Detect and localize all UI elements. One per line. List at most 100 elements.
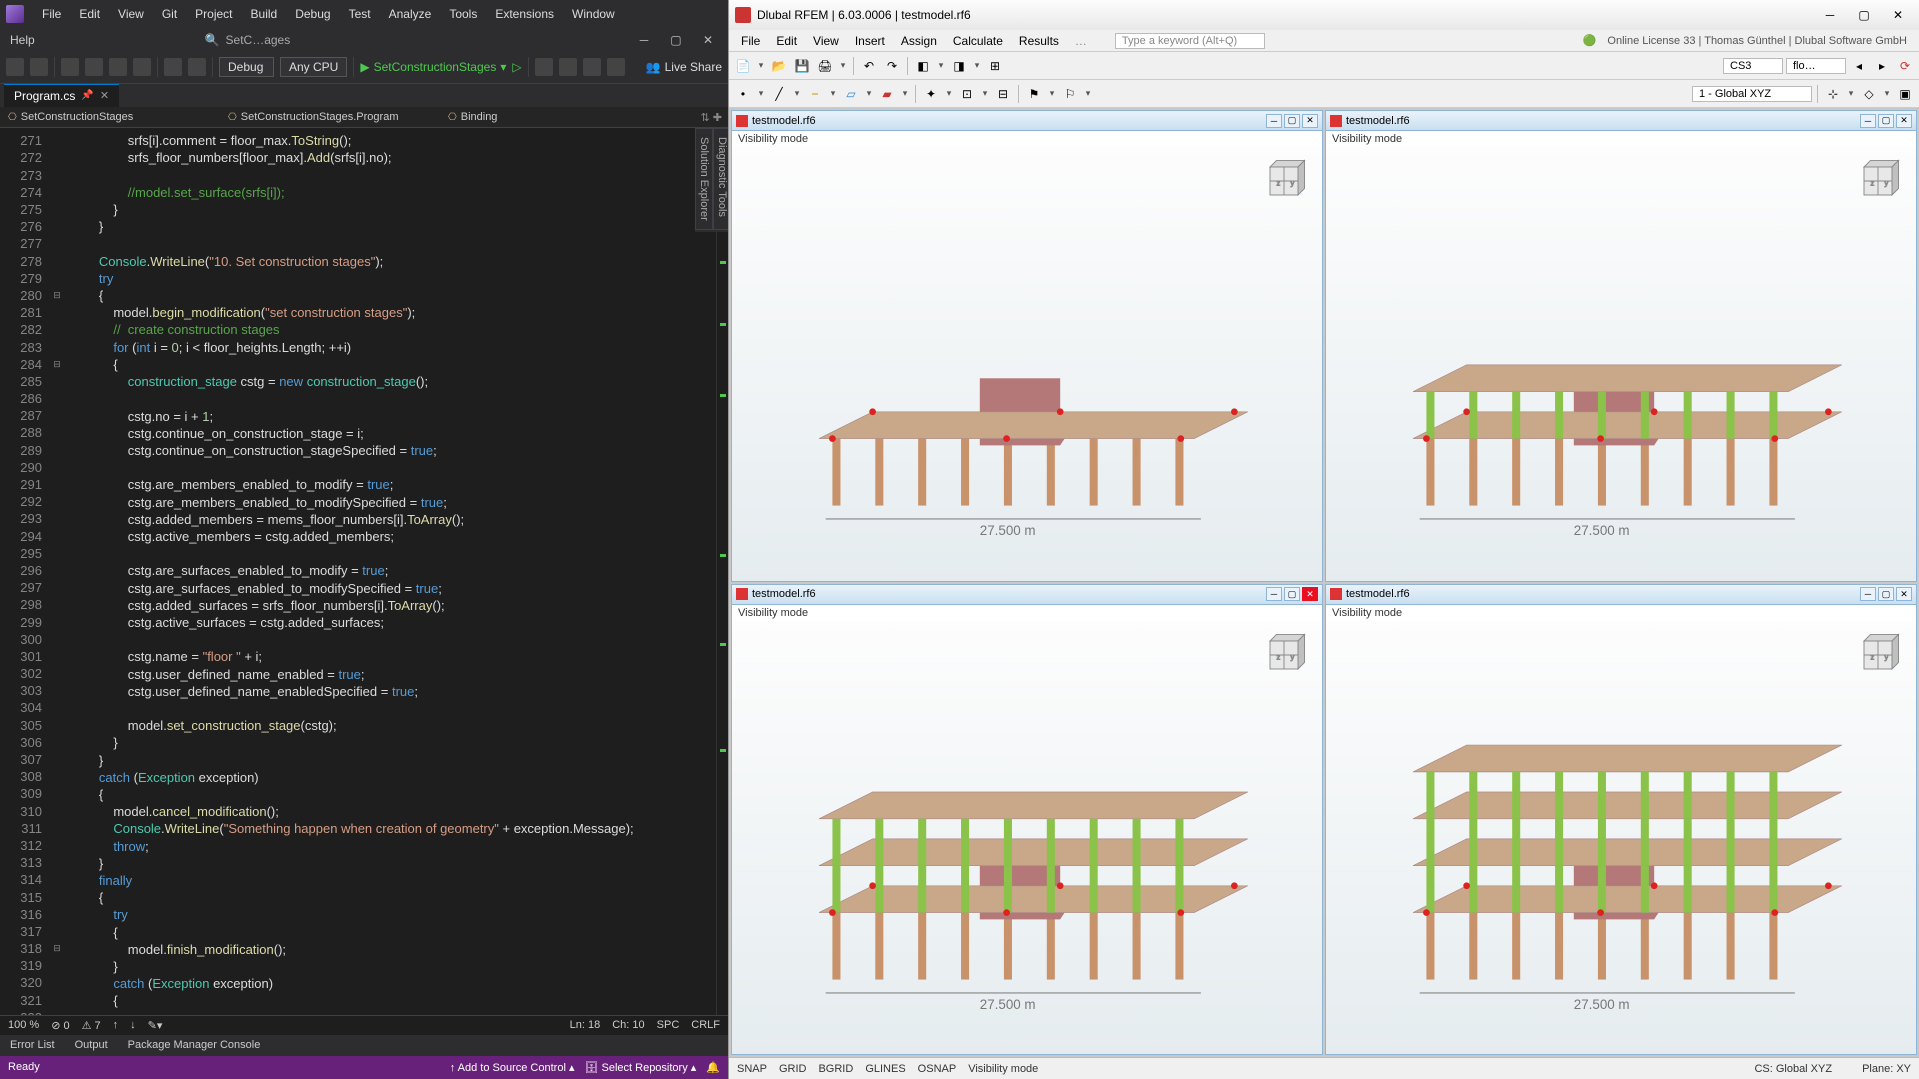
close-button[interactable]: ✕	[1883, 5, 1913, 25]
crumb-member[interactable]: Binding	[440, 109, 505, 125]
add-source-control[interactable]: ↑ Add to Source Control ▴	[450, 1061, 575, 1074]
maximize-button[interactable]: ▢	[662, 29, 690, 51]
indent[interactable]: SPC	[657, 1019, 680, 1031]
tab-diagnostic[interactable]: Diagnostic Tools	[713, 128, 728, 230]
menu-edit[interactable]: Edit	[71, 4, 108, 24]
menu-tools[interactable]: Tools	[441, 4, 485, 24]
view-close-icon[interactable]: ✕	[1302, 587, 1318, 601]
tab-solution-explorer[interactable]: Solution Explorer	[695, 128, 713, 230]
tool-icon[interactable]: ◇	[1859, 84, 1879, 104]
bottom-tab[interactable]: Output	[65, 1036, 118, 1054]
menu-edit[interactable]: Edit	[768, 32, 805, 50]
viewport-canvas[interactable]: z y 27.500 m	[1326, 147, 1916, 581]
maximize-button[interactable]: ▢	[1849, 5, 1879, 25]
tool-icon[interactable]: ◧	[913, 56, 933, 76]
zoom[interactable]: 100 %	[8, 1019, 39, 1031]
tool-icon[interactable]	[535, 58, 553, 76]
flo-select[interactable]: flo…	[1786, 58, 1846, 74]
solid-icon[interactable]: ▰	[877, 84, 897, 104]
view-max-icon[interactable]: ▢	[1878, 587, 1894, 601]
undo-icon[interactable]	[164, 58, 182, 76]
surface-icon[interactable]: ▱	[841, 84, 861, 104]
save-all-icon[interactable]	[133, 58, 151, 76]
code-editor[interactable]: 2712722732742752762772782792802812822832…	[0, 128, 728, 1015]
node-icon[interactable]: •	[733, 84, 753, 104]
crumb-split-icon[interactable]: ⇅ ✚	[695, 111, 729, 124]
nav-cube[interactable]: z y	[1256, 627, 1312, 683]
brush-icon[interactable]: ✎▾	[148, 1019, 163, 1032]
viewport-2[interactable]: testmodel.rf6 ─ ▢ ✕ Visibility mode z y …	[731, 584, 1323, 1056]
view-max-icon[interactable]: ▢	[1284, 587, 1300, 601]
menu-analyze[interactable]: Analyze	[381, 4, 440, 24]
member-icon[interactable]: ⎯	[805, 84, 825, 104]
tab-program-cs[interactable]: Program.cs 📌 ✕	[4, 84, 119, 107]
menu-help[interactable]: Help	[6, 33, 35, 47]
select-repo[interactable]: 🗄 Select Repository ▴	[584, 1061, 696, 1074]
menu-git[interactable]: Git	[154, 4, 185, 24]
lineending[interactable]: CRLF	[691, 1019, 720, 1031]
viewport-0[interactable]: testmodel.rf6 ─ ▢ ✕ Visibility mode z y …	[731, 110, 1323, 582]
menu-insert[interactable]: Insert	[847, 32, 893, 50]
redo-icon[interactable]	[188, 58, 206, 76]
live-share-button[interactable]: 👥 Live Share	[646, 60, 722, 74]
run-noDebug-icon[interactable]: ▷	[512, 60, 521, 74]
osnap[interactable]: OSNAP	[918, 1063, 957, 1075]
tool-icon[interactable]	[583, 58, 601, 76]
menu-file[interactable]: File	[34, 4, 69, 24]
bgrid[interactable]: BGRID	[818, 1063, 853, 1075]
redo-icon[interactable]: ↷	[882, 56, 902, 76]
viewport-canvas[interactable]: z y 27.500 m	[1326, 621, 1916, 1055]
menu-build[interactable]: Build	[243, 4, 286, 24]
view-close-icon[interactable]: ✕	[1302, 114, 1318, 128]
overview-ruler[interactable]	[716, 128, 728, 1015]
close-button[interactable]: ✕	[694, 29, 722, 51]
print-icon[interactable]: 🖨	[815, 56, 835, 76]
nav-cube[interactable]: z y	[1850, 627, 1906, 683]
side-tool-tabs[interactable]: Diagnostic Tools Solution Explorer	[695, 128, 728, 232]
menu-calculate[interactable]: Calculate	[945, 32, 1011, 50]
viewport-3[interactable]: testmodel.rf6 ─ ▢ ✕ Visibility mode z y …	[1325, 584, 1917, 1056]
config-select[interactable]: Debug	[219, 57, 274, 77]
rfem-search[interactable]: Type a keyword (Alt+Q)	[1115, 33, 1265, 49]
menu-project[interactable]: Project	[187, 4, 240, 24]
menu-view[interactable]: View	[805, 32, 847, 50]
save-icon[interactable]	[109, 58, 127, 76]
coord-select[interactable]: 1 - Global XYZ	[1692, 86, 1812, 102]
nav-cube[interactable]: z y	[1256, 153, 1312, 209]
close-icon[interactable]: ✕	[100, 89, 109, 102]
warnings[interactable]: ⚠ 7	[82, 1019, 101, 1032]
minimize-button[interactable]: ─	[1815, 5, 1845, 25]
tool-icon[interactable]: ⊡	[957, 84, 977, 104]
tool-icon[interactable]: ◨	[949, 56, 969, 76]
view-min-icon[interactable]: ─	[1860, 587, 1876, 601]
view-max-icon[interactable]: ▢	[1284, 114, 1300, 128]
nav-up-icon[interactable]: ↑	[113, 1019, 119, 1031]
open-icon[interactable]: 📂	[769, 56, 789, 76]
viewport-canvas[interactable]: z y 27.500 m	[732, 147, 1322, 581]
bottom-tab[interactable]: Package Manager Console	[118, 1036, 271, 1054]
tool-icon[interactable]: ✦	[921, 84, 941, 104]
view-min-icon[interactable]: ─	[1266, 587, 1282, 601]
menu-extensions[interactable]: Extensions	[487, 4, 562, 24]
glines[interactable]: GLINES	[865, 1063, 905, 1075]
menu-debug[interactable]: Debug	[287, 4, 338, 24]
platform-select[interactable]: Any CPU	[280, 57, 347, 77]
run-button[interactable]: SetConstructionStages ▾	[360, 60, 506, 74]
view-min-icon[interactable]: ─	[1266, 114, 1282, 128]
viewport-canvas[interactable]: z y 27.500 m	[732, 621, 1322, 1055]
tool-icon[interactable]: ⊹	[1823, 84, 1843, 104]
tool-icon[interactable]: ⊞	[985, 56, 1005, 76]
view-close-icon[interactable]: ✕	[1896, 587, 1912, 601]
view-close-icon[interactable]: ✕	[1896, 114, 1912, 128]
nav-back-icon[interactable]	[6, 58, 24, 76]
nav-next-icon[interactable]: ▸	[1872, 56, 1892, 76]
crumb-class[interactable]: SetConstructionStages.Program	[220, 109, 440, 125]
tool-icon[interactable]	[559, 58, 577, 76]
vis-mode[interactable]: Visibility mode	[968, 1063, 1038, 1075]
bottom-tab[interactable]: Error List	[0, 1036, 65, 1054]
menu-file[interactable]: File	[733, 32, 768, 50]
viewport-1[interactable]: testmodel.rf6 ─ ▢ ✕ Visibility mode z y …	[1325, 110, 1917, 582]
new-icon[interactable]	[61, 58, 79, 76]
menu-window[interactable]: Window	[564, 4, 623, 24]
snap[interactable]: SNAP	[737, 1063, 767, 1075]
